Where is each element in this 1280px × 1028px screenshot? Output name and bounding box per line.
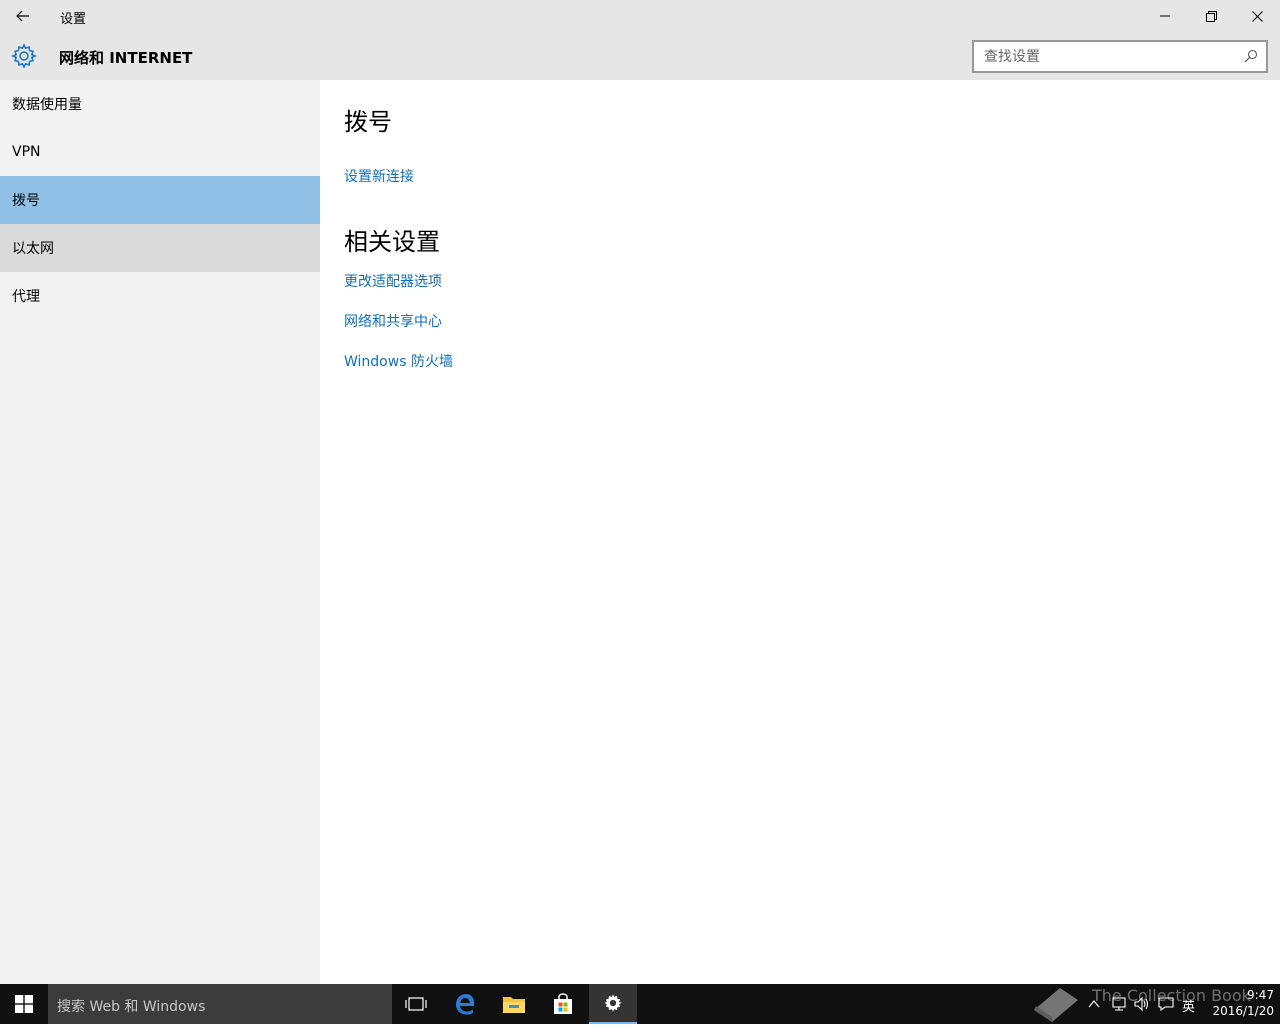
- settings-header: 网络和 INTERNET: [0, 32, 1280, 80]
- sidebar-item-label: 拨号: [12, 193, 40, 209]
- network-sharing-center-link[interactable]: 网络和共享中心: [344, 311, 442, 331]
- setup-new-connection-link[interactable]: 设置新连接: [344, 166, 414, 186]
- app-title: 设置: [60, 12, 87, 27]
- section-title: 拨号: [344, 108, 392, 136]
- task-view-icon: [405, 997, 427, 1011]
- back-arrow-icon: [16, 10, 29, 22]
- change-adapter-options-link[interactable]: 更改适配器选项: [344, 271, 442, 291]
- file-explorer-button[interactable]: [490, 984, 538, 1024]
- task-view-button[interactable]: [392, 984, 440, 1024]
- restore-icon: [1205, 10, 1217, 22]
- book-logo-icon: [1034, 988, 1078, 1022]
- restore-button[interactable]: [1188, 0, 1234, 32]
- sidebar-item-dial-up[interactable]: 拨号: [0, 176, 320, 224]
- sidebar-item-label: 以太网: [12, 241, 54, 257]
- volume-tray-button[interactable]: [1134, 996, 1150, 1012]
- sidebar: 数据使用量 VPN 拨号 以太网 代理: [0, 80, 320, 984]
- sidebar-item-ethernet[interactable]: 以太网: [0, 224, 320, 272]
- notifications-tray-button[interactable]: [1158, 996, 1174, 1012]
- page-title: 网络和 INTERNET: [59, 49, 193, 67]
- sidebar-item-vpn[interactable]: VPN: [0, 128, 320, 176]
- taskbar-search-box[interactable]: 搜索 Web 和 Windows: [48, 984, 392, 1024]
- sidebar-item-data-usage[interactable]: 数据使用量: [0, 80, 320, 128]
- sidebar-item-label: 代理: [12, 289, 40, 305]
- minimize-button[interactable]: [1142, 0, 1188, 32]
- show-hidden-icons-button[interactable]: [1086, 996, 1102, 1012]
- windows-firewall-link[interactable]: Windows 防火墙: [344, 351, 453, 371]
- speaker-icon: [1134, 996, 1149, 1012]
- related-settings-title: 相关设置: [344, 228, 440, 256]
- edge-icon: [456, 994, 475, 1015]
- clock-date: 2016/1/20: [1212, 1004, 1274, 1018]
- taskbar: 搜索 Web 和 Windows The Collection Book 英 9…: [0, 984, 1280, 1024]
- input-method-indicator[interactable]: 英: [1182, 996, 1195, 1015]
- start-button[interactable]: [0, 984, 48, 1024]
- taskbar-search-placeholder: 搜索 Web 和 Windows: [57, 999, 206, 1015]
- folder-icon: [503, 997, 525, 1013]
- sidebar-item-label: 数据使用量: [12, 97, 82, 113]
- close-icon: [1251, 10, 1263, 22]
- message-icon: [1158, 997, 1174, 1012]
- edge-browser-button[interactable]: [441, 984, 489, 1024]
- store-icon: [554, 993, 572, 1014]
- sidebar-item-label: VPN: [12, 144, 41, 160]
- sidebar-item-proxy[interactable]: 代理: [0, 272, 320, 320]
- windows-logo-icon: [15, 995, 33, 1013]
- network-icon: [1112, 997, 1126, 1011]
- close-button[interactable]: [1234, 0, 1280, 32]
- clock-time: 9:47: [1247, 988, 1274, 1002]
- search-input[interactable]: [984, 42, 1234, 71]
- search-icon[interactable]: [1244, 49, 1258, 63]
- network-tray-button[interactable]: [1110, 996, 1126, 1012]
- gear-icon: [11, 43, 37, 69]
- back-button[interactable]: [0, 0, 46, 32]
- settings-app-button[interactable]: [589, 984, 637, 1024]
- minimize-icon: [1160, 15, 1170, 17]
- clock[interactable]: 9:47 2016/1/20: [1204, 987, 1274, 1019]
- gear-icon: [604, 994, 622, 1012]
- main-content: 拨号 设置新连接 相关设置 更改适配器选项 网络和共享中心 Windows 防火…: [320, 80, 1280, 984]
- title-bar: 设置: [0, 0, 1280, 32]
- store-button[interactable]: [539, 984, 587, 1024]
- chevron-up-icon: [1088, 1000, 1100, 1008]
- search-box[interactable]: [972, 40, 1268, 73]
